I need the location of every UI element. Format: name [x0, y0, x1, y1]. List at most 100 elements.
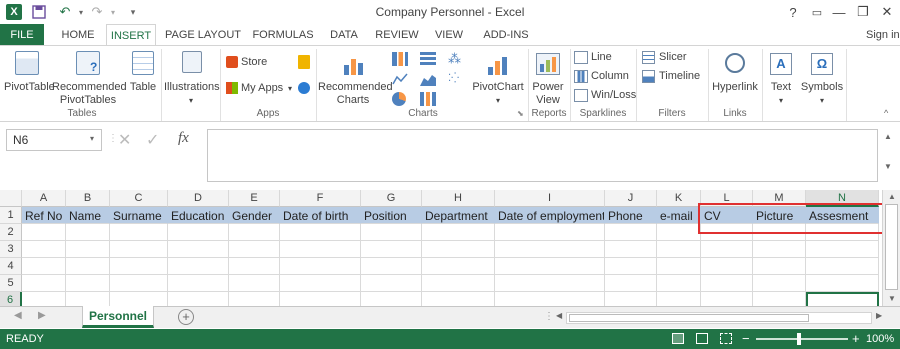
tab-add-ins[interactable]: ADD-INS — [476, 24, 536, 46]
pivotchart-button[interactable]: PivotChart ▾ — [470, 49, 526, 107]
formula-bar-scroll-up-icon[interactable]: ▲ — [884, 132, 892, 141]
header-cell[interactable]: Position — [361, 207, 422, 224]
hierarchy-chart-icon[interactable]: ⁂ — [448, 52, 464, 66]
cell[interactable] — [22, 275, 66, 292]
cell[interactable] — [361, 258, 422, 275]
cell[interactable] — [22, 224, 66, 241]
cell[interactable] — [701, 275, 753, 292]
cell[interactable] — [422, 275, 495, 292]
column-header-I[interactable]: I — [495, 190, 605, 207]
cell[interactable] — [605, 275, 657, 292]
column-header-J[interactable]: J — [605, 190, 657, 207]
cell[interactable] — [229, 258, 280, 275]
cell[interactable] — [806, 258, 879, 275]
column-header-D[interactable]: D — [168, 190, 229, 207]
header-cell[interactable]: Department — [422, 207, 495, 224]
hyperlink-button[interactable]: Hyperlink — [710, 49, 760, 107]
power-view-button[interactable]: Power View — [530, 49, 566, 107]
column-header-E[interactable]: E — [229, 190, 280, 207]
cancel-entry-icon[interactable]: ✕ — [118, 130, 131, 150]
enter-entry-icon[interactable]: ✓ — [146, 130, 159, 150]
header-cell[interactable]: Ref No — [22, 207, 66, 224]
cell[interactable] — [361, 275, 422, 292]
horizontal-scroll-thumb[interactable] — [569, 314, 809, 322]
cell[interactable] — [110, 275, 168, 292]
zoom-in-button[interactable]: + — [852, 331, 860, 346]
cell[interactable] — [605, 224, 657, 241]
cell[interactable] — [495, 275, 605, 292]
help-button[interactable]: ? — [782, 2, 804, 22]
tab-home[interactable]: HOME — [52, 24, 104, 46]
name-box[interactable]: N6 — [6, 129, 102, 151]
column-chart-icon[interactable] — [392, 52, 408, 66]
horizontal-scroll-left-icon[interactable]: ◀ — [556, 311, 562, 320]
cell[interactable] — [657, 224, 701, 241]
my-apps-button[interactable]: My Apps ▾ — [224, 80, 300, 98]
header-cell[interactable]: Education — [168, 207, 229, 224]
cell[interactable] — [66, 258, 110, 275]
tab-review[interactable]: REVIEW — [372, 24, 422, 46]
tab-page-layout[interactable]: PAGE LAYOUT — [162, 24, 244, 46]
store-button[interactable]: Store — [224, 54, 286, 72]
row-header-3[interactable]: 3 — [0, 241, 22, 258]
cell[interactable] — [229, 224, 280, 241]
sparkline-line-button[interactable]: Line — [574, 50, 634, 66]
slicer-button[interactable]: Slicer — [642, 50, 702, 66]
cell[interactable] — [168, 275, 229, 292]
recommended-pivottables-button[interactable]: ? Recommended PivotTables — [52, 49, 127, 107]
cell[interactable] — [66, 241, 110, 258]
horizontal-scroll-right-icon[interactable]: ▶ — [876, 311, 882, 320]
cell[interactable] — [753, 258, 806, 275]
cell[interactable] — [422, 258, 495, 275]
formula-bar-scroll-down-icon[interactable]: ▼ — [884, 162, 892, 171]
tab-data[interactable]: DATA — [322, 24, 366, 46]
cell[interactable] — [280, 241, 361, 258]
cell[interactable] — [806, 241, 879, 258]
collapse-ribbon-icon[interactable]: ^ — [884, 108, 888, 118]
normal-view-icon[interactable] — [672, 333, 684, 344]
cell[interactable] — [701, 258, 753, 275]
tab-formulas[interactable]: FORMULAS — [250, 24, 316, 46]
close-button[interactable]: ✕ — [876, 2, 898, 22]
header-cell[interactable]: Phone — [605, 207, 657, 224]
cell[interactable] — [22, 241, 66, 258]
column-header-G[interactable]: G — [361, 190, 422, 207]
cell[interactable] — [168, 258, 229, 275]
scatter-chart-icon[interactable]: ⁚⁛ — [448, 72, 464, 86]
ribbon-display-button[interactable]: ▭ — [806, 2, 828, 22]
sheet-scroll-left-icon[interactable]: ◀ — [14, 310, 22, 321]
cell[interactable] — [605, 258, 657, 275]
waterfall-chart-icon[interactable] — [420, 92, 436, 106]
cell[interactable] — [422, 224, 495, 241]
cell[interactable] — [495, 224, 605, 241]
cell[interactable] — [229, 275, 280, 292]
scroll-up-icon[interactable]: ▲ — [888, 192, 896, 201]
column-header-F[interactable]: F — [280, 190, 361, 207]
header-cell[interactable]: e-mail — [657, 207, 701, 224]
column-header-K[interactable]: K — [657, 190, 701, 207]
recommended-charts-button[interactable]: Recommended Charts — [318, 49, 393, 107]
timeline-button[interactable]: Timeline — [642, 69, 706, 85]
cell[interactable] — [806, 275, 879, 292]
cell[interactable] — [753, 241, 806, 258]
cell[interactable] — [280, 258, 361, 275]
zoom-slider-thumb[interactable] — [797, 333, 801, 345]
header-cell[interactable]: Date of birth — [280, 207, 361, 224]
insert-function-icon[interactable]: fx — [178, 130, 189, 147]
cell[interactable] — [168, 241, 229, 258]
symbols-button[interactable]: Ω Symbols ▾ — [800, 49, 844, 107]
pivottable-button[interactable]: PivotTable — [4, 49, 55, 107]
header-cell[interactable]: Date of employment — [495, 207, 605, 224]
new-sheet-button[interactable]: + — [178, 309, 194, 325]
cell[interactable] — [657, 241, 701, 258]
column-header-A[interactable]: A — [22, 190, 66, 207]
cell[interactable] — [22, 258, 66, 275]
pie-chart-icon[interactable] — [392, 92, 406, 106]
name-box-dropdown-icon[interactable]: ▾ — [90, 134, 94, 143]
cell[interactable] — [753, 275, 806, 292]
cell[interactable] — [110, 258, 168, 275]
cell[interactable] — [280, 224, 361, 241]
select-all-corner[interactable] — [0, 190, 22, 207]
column-header-B[interactable]: B — [66, 190, 110, 207]
header-cell[interactable]: Surname — [110, 207, 168, 224]
